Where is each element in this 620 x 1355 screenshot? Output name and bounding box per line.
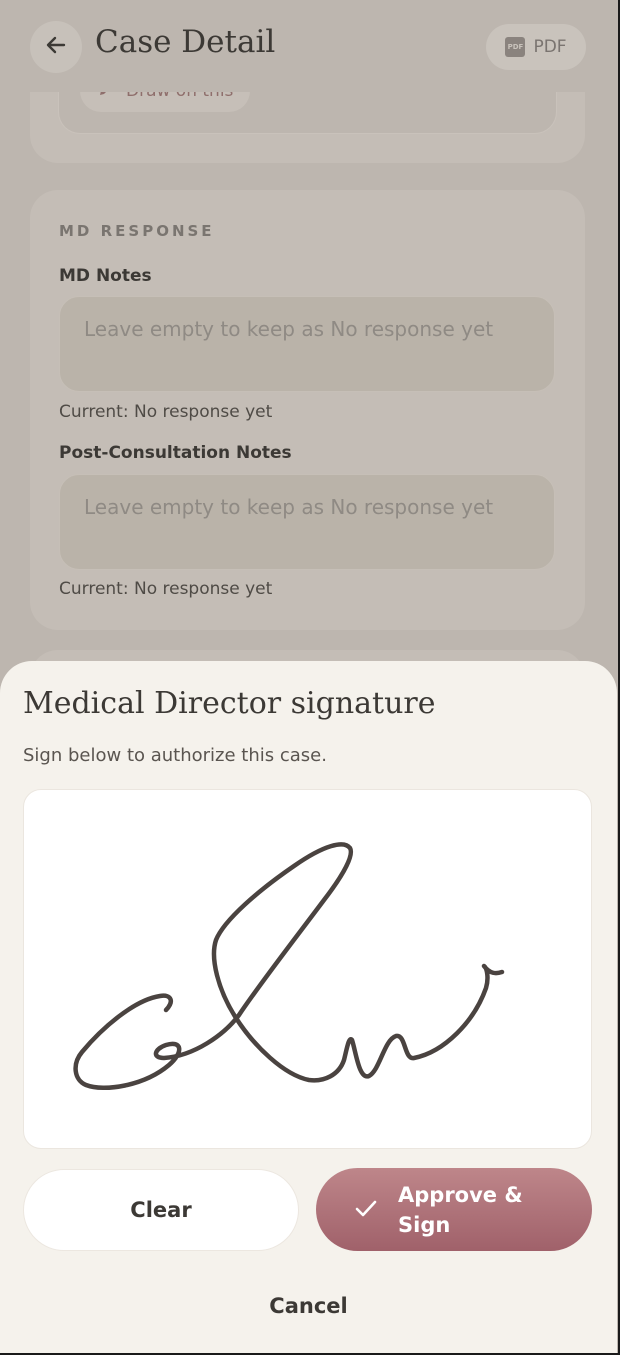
section-label: MD RESPONSE xyxy=(59,222,215,240)
md-notes-field[interactable]: Leave empty to keep as No response yet xyxy=(59,296,555,392)
pdf-file-icon: PDF xyxy=(505,37,526,57)
sheet-title: Medical Director signature xyxy=(23,686,436,721)
back-button[interactable] xyxy=(30,21,82,73)
approve-sign-button[interactable]: Approve & Sign xyxy=(316,1168,592,1251)
md-notes-current: Current: No response yet xyxy=(59,402,273,422)
page-title: Case Detail xyxy=(95,24,276,60)
sheet-subtitle: Sign below to authorize this case. xyxy=(23,745,327,766)
clear-button[interactable]: Clear xyxy=(23,1169,299,1251)
post-consultation-current: Current: No response yet xyxy=(59,579,273,599)
md-notes-label: MD Notes xyxy=(59,266,152,286)
signature-stroke xyxy=(73,842,505,1090)
clear-label: Clear xyxy=(130,1198,192,1222)
post-consultation-label: Post-Consultation Notes xyxy=(59,443,292,463)
signature-pad[interactable] xyxy=(23,789,592,1149)
approve-label: Approve & Sign xyxy=(398,1182,523,1237)
check-icon xyxy=(354,1196,378,1224)
post-consultation-field[interactable]: Leave empty to keep as No response yet xyxy=(59,474,555,570)
pdf-label: PDF xyxy=(533,37,567,57)
arrow-left-icon xyxy=(45,34,67,60)
cancel-button[interactable]: Cancel xyxy=(0,1294,617,1318)
pdf-button[interactable]: PDF PDF xyxy=(486,24,586,70)
